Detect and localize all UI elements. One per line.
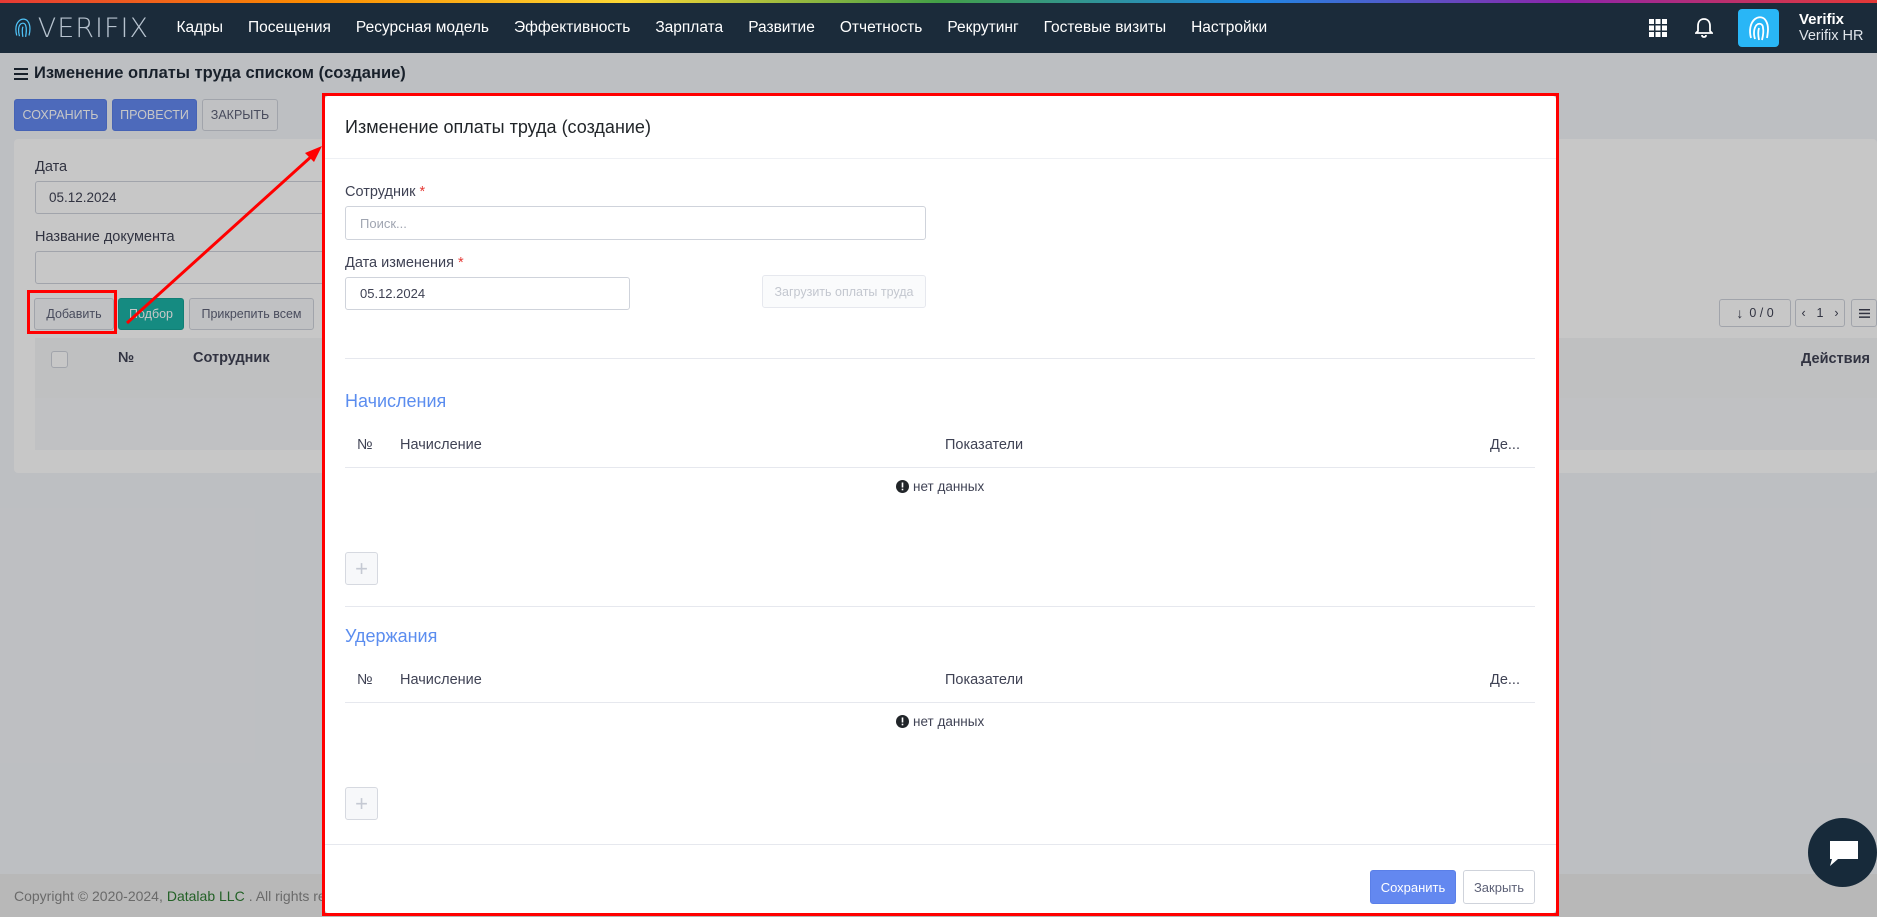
deductions-th-indicators: Показатели bbox=[945, 672, 1024, 688]
accruals-empty: нет данных bbox=[896, 479, 984, 494]
change-date-label: Дата изменения * bbox=[345, 255, 464, 271]
change-date-field[interactable]: 05.12.2024 bbox=[345, 277, 630, 310]
accruals-th-num: № bbox=[357, 437, 373, 453]
modal-close-button[interactable]: Закрыть bbox=[1463, 870, 1535, 904]
deductions-th-actions: Де... bbox=[1490, 672, 1520, 688]
modal-footer-line bbox=[325, 844, 1556, 845]
accruals-title: Начисления bbox=[345, 391, 447, 411]
accruals-header-line bbox=[345, 467, 1535, 468]
accruals-th-accrual: Начисление bbox=[400, 437, 482, 453]
chat-icon bbox=[1829, 840, 1858, 866]
chat-widget[interactable] bbox=[1808, 818, 1877, 887]
accruals-th-indicators: Показатели bbox=[945, 437, 1024, 453]
add-deduction-button[interactable]: + bbox=[345, 787, 378, 820]
add-accrual-button[interactable]: + bbox=[345, 552, 378, 585]
employee-label: Сотрудник * bbox=[345, 184, 426, 200]
divider bbox=[345, 606, 1535, 607]
divider bbox=[345, 358, 1535, 359]
deductions-th-num: № bbox=[357, 672, 373, 688]
info-icon bbox=[896, 480, 909, 493]
deductions-th-accrual: Начисление bbox=[400, 672, 482, 688]
deductions-header-line bbox=[345, 702, 1535, 703]
info-icon bbox=[896, 715, 909, 728]
employee-search-input[interactable]: Поиск... bbox=[345, 206, 926, 240]
modal-save-button[interactable]: Сохранить bbox=[1370, 870, 1456, 904]
modal-title: Изменение оплаты труда (создание) bbox=[325, 96, 1556, 159]
accruals-th-actions: Де... bbox=[1490, 437, 1520, 453]
deductions-empty: нет данных bbox=[896, 714, 984, 729]
load-salaries-button[interactable]: Загрузить оплаты труда bbox=[762, 275, 926, 308]
deductions-title: Удержания bbox=[345, 626, 438, 646]
modal-dialog: Изменение оплаты труда (создание) Сотруд… bbox=[325, 96, 1556, 913]
